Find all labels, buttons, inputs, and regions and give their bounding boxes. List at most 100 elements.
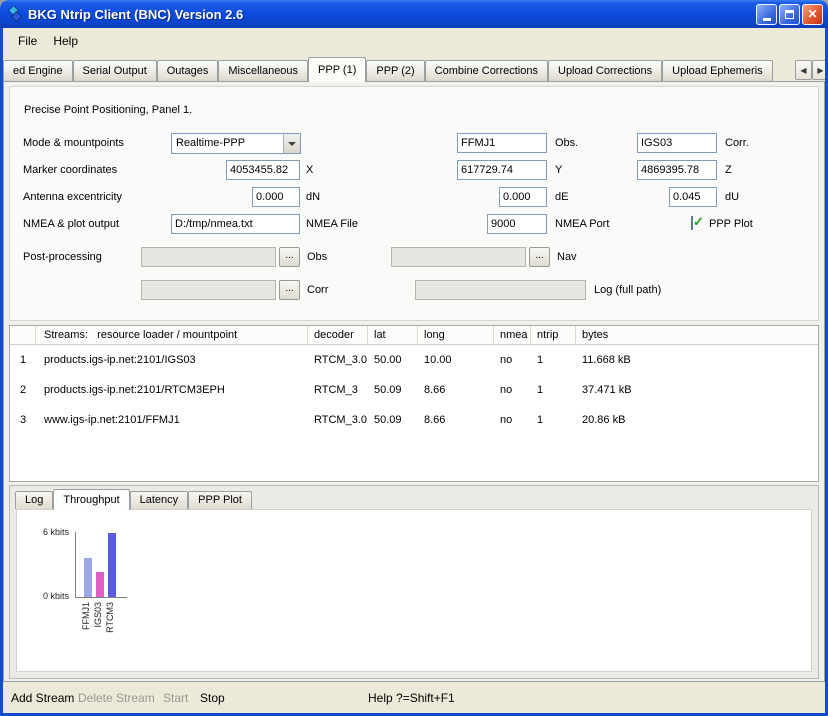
marker-x-label: X bbox=[306, 160, 313, 180]
nmea-port-label: NMEA Port bbox=[555, 214, 609, 234]
post-nav-browse-button[interactable]: ... bbox=[529, 247, 550, 267]
throughput-plot bbox=[75, 532, 127, 598]
mode-combo-dropdown-button[interactable] bbox=[283, 134, 300, 153]
tab-scroll-left-icon[interactable]: ◀ bbox=[795, 60, 812, 80]
corr-label: Corr. bbox=[725, 133, 749, 153]
nmea-file-label: NMEA File bbox=[306, 214, 358, 234]
obs-mountpoint-input[interactable] bbox=[457, 133, 547, 153]
ppp1-tab-page: Precise Point Positioning, Panel 1. Mode… bbox=[3, 81, 825, 682]
tab-upload-ephemeris[interactable]: Upload Ephemeris bbox=[662, 60, 773, 81]
panel-heading: Precise Point Positioning, Panel 1. bbox=[24, 100, 192, 120]
row-number: 3 bbox=[10, 405, 36, 435]
tab-scroll-right-icon[interactable]: ▶ bbox=[812, 60, 825, 80]
tab-feed-engine[interactable]: ed Engine bbox=[3, 60, 73, 81]
tab-ppp-2[interactable]: PPP (2) bbox=[366, 60, 424, 81]
minimize-button[interactable] bbox=[756, 4, 777, 25]
mode-combo-value: Realtime-PPP bbox=[172, 134, 283, 153]
header-mountpoint: Streams: resource loader / mountpoint bbox=[36, 326, 308, 344]
ytick-top: 6 kbits bbox=[17, 527, 69, 537]
cell-decoder: RTCM_3.0 bbox=[308, 405, 368, 435]
row-number: 1 bbox=[10, 345, 36, 375]
header-bytes: bytes bbox=[576, 326, 818, 344]
bar-FFMJ1 bbox=[84, 558, 92, 597]
tab-ppp-1[interactable]: PPP (1) bbox=[308, 57, 366, 82]
close-button[interactable]: ✕ bbox=[802, 4, 823, 25]
tab-upload-corrections[interactable]: Upload Corrections bbox=[548, 60, 662, 81]
antenna-de-input[interactable] bbox=[499, 187, 547, 207]
stop-button[interactable]: Stop bbox=[200, 691, 225, 705]
cell-nmea: no bbox=[494, 405, 531, 435]
tab-ppp-plot[interactable]: PPP Plot bbox=[188, 491, 252, 509]
maximize-button[interactable] bbox=[779, 4, 800, 25]
maximize-icon bbox=[785, 10, 794, 19]
table-row[interactable]: 3 www.igs-ip.net:2101/FFMJ1 RTCM_3.0 50.… bbox=[10, 405, 818, 435]
tab-scroll-buttons: ◀ ▶ bbox=[795, 60, 825, 80]
delete-stream-button[interactable]: Delete Stream bbox=[78, 691, 155, 705]
antenna-dn-label: dN bbox=[306, 187, 320, 207]
tab-throughput[interactable]: Throughput bbox=[53, 489, 129, 510]
antenna-du-input[interactable] bbox=[669, 187, 717, 207]
menu-file[interactable]: File bbox=[10, 31, 45, 51]
antenna-dn-input[interactable] bbox=[252, 187, 300, 207]
throughput-chart: 6 kbits 0 kbits FFMJ1IGS03RTCM3 bbox=[16, 509, 812, 672]
post-obs-browse-button[interactable]: ... bbox=[279, 247, 300, 267]
marker-y-input[interactable] bbox=[457, 160, 547, 180]
menu-help[interactable]: Help bbox=[45, 31, 86, 51]
monitor-panel: Log Throughput Latency PPP Plot 6 kbits … bbox=[9, 485, 819, 679]
post-processing-label: Post-processing bbox=[23, 247, 102, 267]
marker-y-label: Y bbox=[555, 160, 562, 180]
cell-mountpoint: www.igs-ip.net:2101/FFMJ1 bbox=[36, 405, 308, 435]
app-icon bbox=[6, 6, 23, 23]
cell-mountpoint: products.igs-ip.net:2101/IGS03 bbox=[36, 345, 308, 375]
app-window: BKG Ntrip Client (BNC) Version 2.6 ✕ Fil… bbox=[0, 0, 828, 716]
bar-RTCM3 bbox=[108, 533, 116, 597]
tab-miscellaneous[interactable]: Miscellaneous bbox=[218, 60, 308, 81]
ppp-plot-checkbox[interactable]: ✓ bbox=[691, 216, 693, 230]
tab-combine-corrections[interactable]: Combine Corrections bbox=[425, 60, 548, 81]
post-log-input[interactable] bbox=[415, 280, 586, 300]
mode-combo[interactable]: Realtime-PPP bbox=[171, 133, 301, 154]
post-nav-input[interactable] bbox=[391, 247, 526, 267]
nmea-port-input[interactable] bbox=[487, 214, 547, 234]
cell-bytes: 20.86 kB bbox=[576, 405, 818, 435]
corr-mountpoint-input[interactable] bbox=[637, 133, 717, 153]
nmea-file-input[interactable] bbox=[171, 214, 300, 234]
post-corr-browse-button[interactable]: ... bbox=[279, 280, 300, 300]
marker-z-input[interactable] bbox=[637, 160, 717, 180]
ytick-bottom: 0 kbits bbox=[17, 591, 69, 601]
cell-lat: 50.09 bbox=[368, 375, 418, 405]
bar-IGS03 bbox=[96, 572, 104, 597]
cell-decoder: RTCM_3 bbox=[308, 375, 368, 405]
check-icon: ✓ bbox=[693, 214, 704, 230]
obs-label: Obs. bbox=[555, 133, 578, 153]
cell-ntrip: 1 bbox=[531, 345, 576, 375]
marker-z-label: Z bbox=[725, 160, 732, 180]
start-button[interactable]: Start bbox=[163, 691, 188, 705]
cell-decoder: RTCM_3.0 bbox=[308, 345, 368, 375]
post-corr-input[interactable] bbox=[141, 280, 276, 300]
header-row-gutter bbox=[10, 326, 36, 344]
title-bar[interactable]: BKG Ntrip Client (BNC) Version 2.6 ✕ bbox=[0, 0, 828, 28]
cell-nmea: no bbox=[494, 345, 531, 375]
streams-table-header: Streams: resource loader / mountpoint de… bbox=[10, 326, 818, 345]
marker-coordinates-label: Marker coordinates bbox=[23, 160, 117, 180]
tab-latency[interactable]: Latency bbox=[130, 491, 189, 509]
antenna-de-label: dE bbox=[555, 187, 568, 207]
table-row[interactable]: 2 products.igs-ip.net:2101/RTCM3EPH RTCM… bbox=[10, 375, 818, 405]
cell-long: 8.66 bbox=[418, 375, 494, 405]
post-log-label: Log (full path) bbox=[594, 280, 661, 300]
marker-x-input[interactable] bbox=[226, 160, 300, 180]
tab-outages[interactable]: Outages bbox=[157, 60, 219, 81]
post-obs-input[interactable] bbox=[141, 247, 276, 267]
cell-lat: 50.00 bbox=[368, 345, 418, 375]
header-nmea: nmea bbox=[494, 326, 531, 344]
table-row[interactable]: 1 products.igs-ip.net:2101/IGS03 RTCM_3.… bbox=[10, 345, 818, 375]
add-stream-button[interactable]: Add Stream bbox=[11, 691, 74, 705]
row-number: 2 bbox=[10, 375, 36, 405]
antenna-excentricity-label: Antenna excentricity bbox=[23, 187, 122, 207]
tab-serial-output[interactable]: Serial Output bbox=[73, 60, 157, 81]
cell-bytes: 37.471 kB bbox=[576, 375, 818, 405]
tab-log[interactable]: Log bbox=[15, 491, 53, 509]
post-obs-label: Obs bbox=[307, 247, 327, 267]
chevron-down-icon bbox=[288, 142, 296, 146]
